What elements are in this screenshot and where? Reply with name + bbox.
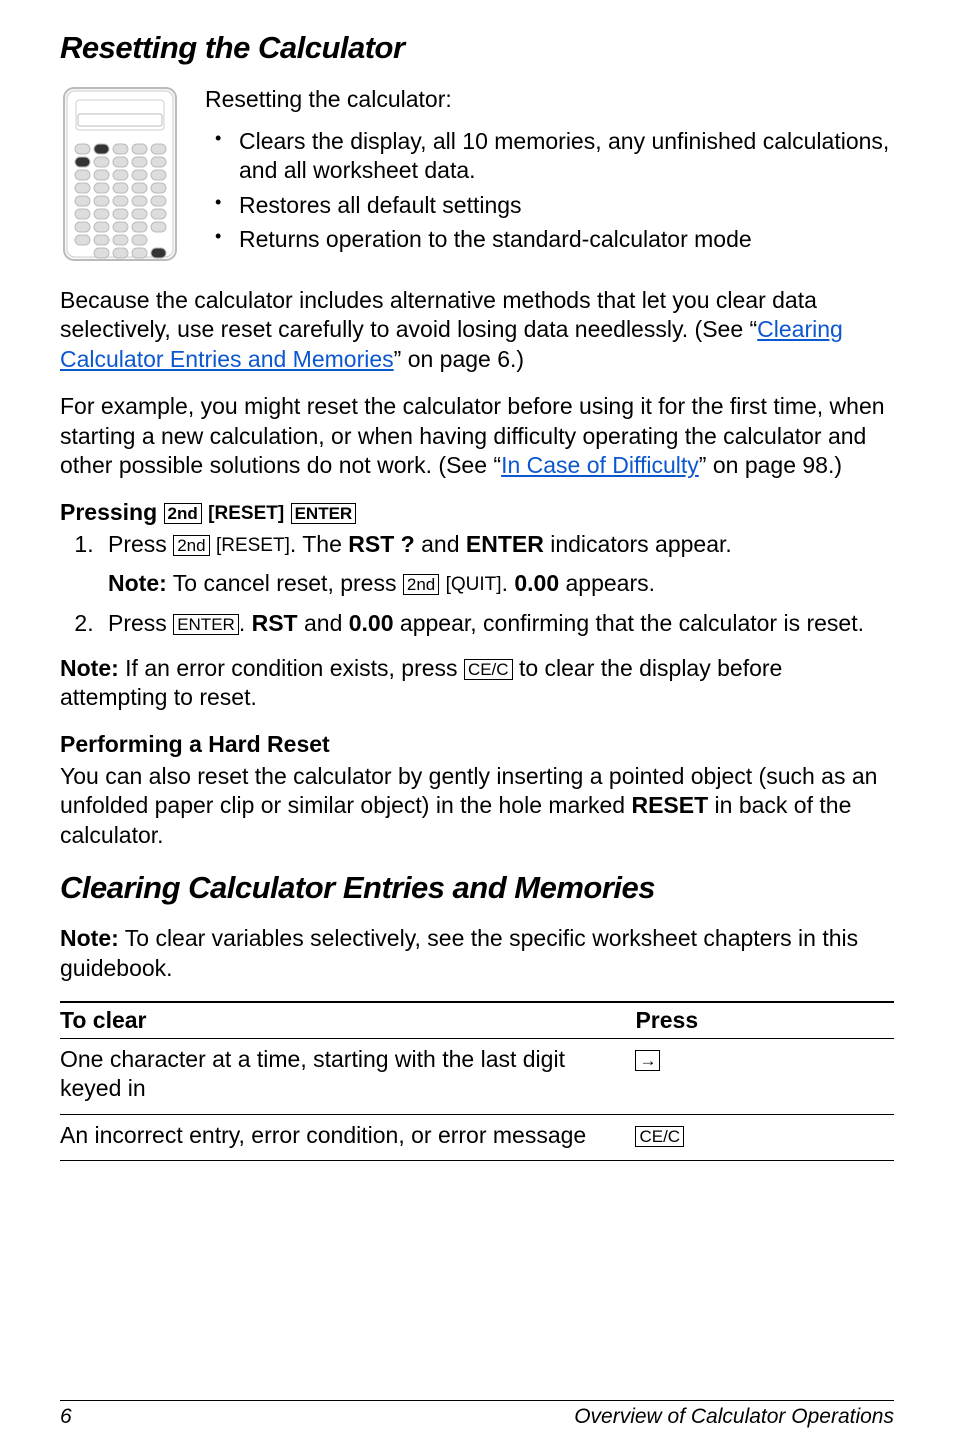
subheading-pressing: Pressing 2nd [RESET] ENTER: [60, 499, 894, 526]
key-quit-fn: [QUIT]: [446, 574, 502, 595]
body-text: For example, you might reset the calcula…: [60, 392, 894, 480]
intro-line: Resetting the calculator:: [205, 86, 894, 113]
key-enter: ENTER: [291, 503, 357, 524]
key-arrow: →: [635, 1050, 660, 1071]
calculator-illustration: [60, 84, 180, 264]
key-2nd: 2nd: [173, 535, 209, 556]
step-item: Press 2nd [RESET]. The RST ? and ENTER i…: [100, 530, 894, 599]
note-label: Note:: [60, 655, 119, 681]
table-cell: →: [635, 1039, 894, 1115]
table-cell: One character at a time, starting with t…: [60, 1039, 635, 1115]
table-row: An incorrect entry, error condition, or …: [60, 1114, 894, 1160]
bullet-item: Restores all default settings: [239, 191, 894, 220]
key-cec: CE/C: [464, 659, 513, 680]
page-number: 6: [60, 1405, 72, 1429]
indicator-rst2: RST: [252, 610, 298, 636]
heading-clearing: Clearing Calculator Entries and Memories: [60, 870, 894, 906]
value-zero: 0.00: [514, 570, 559, 596]
body-text: Because the calculator includes alternat…: [60, 286, 894, 374]
body-text: Note: To clear variables selectively, se…: [60, 924, 894, 983]
key-reset-fn: [RESET]: [216, 535, 290, 556]
note-label: Note:: [60, 925, 119, 951]
key-reset-fn: [RESET]: [208, 503, 284, 524]
link-difficulty[interactable]: In Case of Difficulty: [501, 452, 699, 478]
heading-reset: Resetting the Calculator: [60, 30, 894, 66]
body-text: Note: If an error condition exists, pres…: [60, 654, 894, 713]
table-header-toclear: To clear: [60, 1002, 635, 1039]
key-2nd: 2nd: [164, 503, 202, 524]
key-2nd: 2nd: [403, 574, 439, 595]
indicator-enter: ENTER: [466, 531, 544, 557]
page-footer: 6 Overview of Calculator Operations: [60, 1400, 894, 1429]
clear-table: To clear Press One character at a time, …: [60, 1001, 894, 1161]
key-enter: ENTER: [173, 614, 239, 635]
body-text: You can also reset the calculator by gen…: [60, 762, 894, 850]
key-cec: CE/C: [635, 1126, 684, 1147]
table-row: One character at a time, starting with t…: [60, 1039, 894, 1115]
value-zero: 0.00: [349, 610, 394, 636]
intro-row: Resetting the calculator: Clears the dis…: [60, 84, 894, 264]
bullet-item: Clears the display, all 10 memories, any…: [239, 127, 894, 185]
table-cell: An incorrect entry, error condition, or …: [60, 1114, 635, 1160]
table-header-press: Press: [635, 1002, 894, 1039]
label-reset: RESET: [631, 792, 708, 818]
footer-title: Overview of Calculator Operations: [574, 1405, 894, 1429]
step-item: Press ENTER. RST and 0.00 appear, confir…: [100, 609, 894, 638]
table-cell: CE/C: [635, 1114, 894, 1160]
subheading-hard-reset: Performing a Hard Reset: [60, 731, 894, 758]
bullet-item: Returns operation to the standard-calcul…: [239, 225, 894, 254]
note-label: Note:: [108, 570, 167, 596]
indicator-rst: RST ?: [348, 531, 414, 557]
